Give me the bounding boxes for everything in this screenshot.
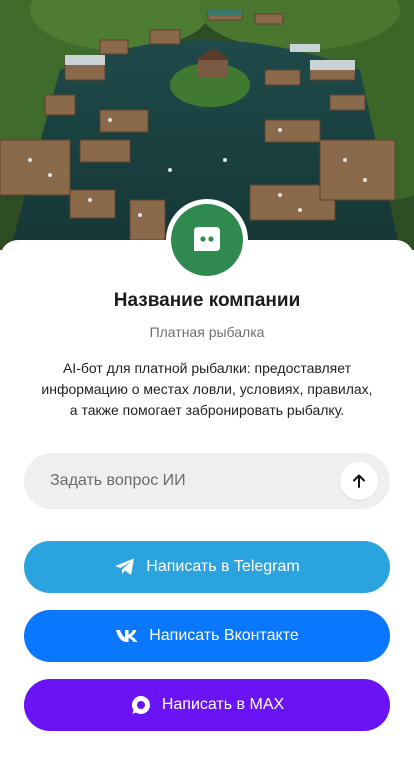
- avatar: [166, 199, 248, 281]
- chat-bot-icon: [194, 227, 220, 251]
- vk-icon: [115, 629, 139, 643]
- telegram-icon: [114, 557, 136, 577]
- company-description: AI-бот для платной рыбалки: предоставляе…: [41, 360, 373, 418]
- company-name: Название компании: [113, 290, 301, 311]
- vk-button[interactable]: Написать Вконтакте: [24, 610, 390, 662]
- max-button[interactable]: Написать в MAX: [24, 679, 390, 731]
- telegram-button-label: Написать в Telegram: [146, 558, 300, 575]
- max-button-label: Написать в MAX: [161, 696, 285, 713]
- bot-avatar: [171, 204, 243, 276]
- ask-ai-field[interactable]: [24, 453, 390, 509]
- telegram-button[interactable]: Написать в Telegram: [24, 541, 390, 593]
- company-category: Платная рыбалка: [149, 324, 265, 340]
- arrow-up-icon: [353, 474, 365, 488]
- vk-button-label: Написать Вконтакте: [149, 627, 299, 644]
- max-icon: [130, 694, 152, 716]
- ask-ai-input[interactable]: [48, 471, 390, 491]
- send-button[interactable]: [340, 462, 378, 500]
